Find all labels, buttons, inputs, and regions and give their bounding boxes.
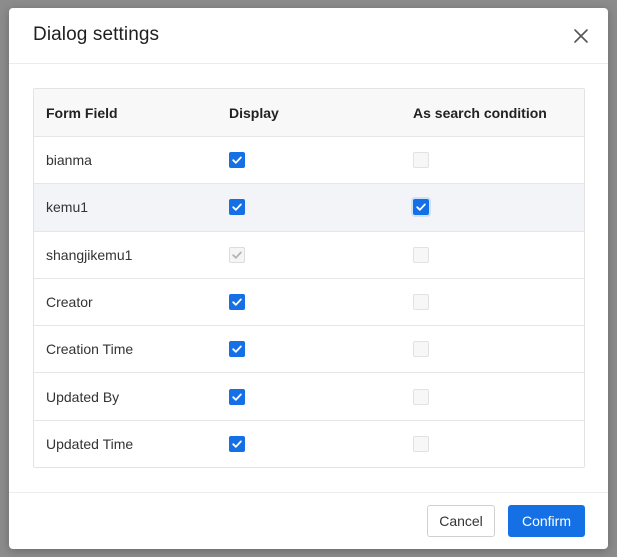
search-condition-cell	[413, 199, 429, 216]
close-icon	[574, 29, 588, 43]
search-condition-checkbox	[413, 294, 429, 311]
display-cell	[229, 294, 245, 311]
form-field-name: Creation Time	[46, 341, 134, 358]
cancel-button[interactable]: Cancel	[427, 505, 495, 537]
display-checkbox[interactable]	[229, 341, 245, 358]
dialog-settings-modal: Dialog settings Form Field Display As se…	[9, 8, 608, 549]
search-condition-cell	[413, 341, 429, 358]
close-button[interactable]	[570, 25, 592, 47]
dialog-title: Dialog settings	[33, 24, 160, 45]
form-field-name: bianma	[46, 152, 92, 169]
form-field-name: Updated By	[46, 388, 120, 405]
checkmark-icon	[232, 156, 242, 164]
search-condition-cell	[413, 246, 429, 263]
table-row: bianma	[34, 137, 584, 185]
display-checkbox[interactable]	[229, 436, 245, 453]
display-cell	[229, 341, 245, 358]
dialog-header: Dialog settings	[9, 8, 608, 64]
checkmark-icon	[232, 298, 242, 306]
table-row: Creation Time	[34, 326, 584, 374]
search-condition-cell	[413, 294, 429, 311]
search-condition-cell	[413, 436, 429, 453]
form-field-name: Creator	[46, 294, 93, 311]
display-checkbox[interactable]	[229, 388, 245, 405]
display-cell	[229, 246, 245, 263]
confirm-button[interactable]: Confirm	[508, 505, 585, 537]
checkmark-icon	[232, 440, 242, 449]
table-row: Creator	[34, 279, 584, 327]
dialog-footer: Cancel Confirm	[9, 492, 608, 549]
search-condition-checkbox[interactable]	[413, 199, 429, 216]
form-field-name: shangjikemu1	[46, 246, 133, 263]
table-row: shangjikemu1	[34, 232, 584, 279]
search-condition-checkbox	[413, 152, 429, 169]
search-condition-checkbox	[413, 341, 429, 358]
display-checkbox[interactable]	[229, 199, 245, 216]
display-cell	[229, 388, 245, 405]
search-condition-checkbox	[413, 436, 429, 453]
checkmark-icon	[232, 345, 242, 354]
checkmark-icon	[232, 393, 242, 401]
column-header-form-field: Form Field	[46, 104, 118, 121]
form-field-name: kemu1	[46, 199, 89, 216]
display-cell	[229, 199, 245, 216]
table-row: kemu1	[34, 184, 584, 232]
search-condition-cell	[413, 388, 429, 405]
table-header: Form Field Display As search condition	[34, 89, 584, 137]
search-condition-cell	[413, 152, 429, 169]
display-checkbox[interactable]	[229, 152, 245, 169]
display-checkbox[interactable]	[229, 294, 245, 311]
settings-table: Form Field Display As search condition b…	[33, 88, 585, 468]
display-cell	[229, 436, 245, 453]
display-cell	[229, 152, 245, 169]
table-row: Updated Time	[34, 421, 584, 467]
checkmark-icon	[232, 251, 242, 259]
column-header-search-condition: As search condition	[413, 104, 547, 121]
search-condition-checkbox	[413, 246, 429, 263]
search-condition-checkbox	[413, 388, 429, 405]
display-checkbox	[229, 246, 245, 263]
checkmark-icon	[232, 203, 242, 212]
column-header-display: Display	[229, 104, 279, 121]
checkmark-icon	[416, 203, 426, 212]
table-row: Updated By	[34, 373, 584, 421]
form-field-name: Updated Time	[46, 436, 134, 453]
